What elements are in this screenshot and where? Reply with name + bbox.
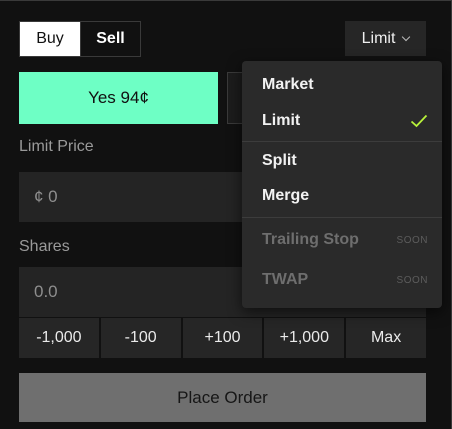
menu-item-label: Market	[262, 76, 314, 93]
side-toggle: Buy Sell	[19, 21, 141, 57]
menu-item-label: Merge	[262, 187, 310, 204]
menu-divider	[242, 141, 442, 142]
quick-plus-100-button[interactable]: +100	[182, 318, 263, 358]
chevron-down-icon	[402, 32, 411, 42]
menu-item-label: TWAP	[262, 271, 309, 288]
menu-item-limit[interactable]: Limit	[262, 106, 428, 136]
menu-item-twap: TWAP SOON	[262, 265, 428, 295]
menu-divider	[242, 217, 442, 218]
quick-minus-1000-button[interactable]: -1,000	[19, 318, 99, 358]
order-type-dropdown[interactable]: Limit	[345, 21, 426, 56]
menu-item-label: Limit	[262, 112, 301, 129]
order-panel: Buy Sell Limit Yes 94¢ Limit Price ¢ 0 S…	[0, 0, 452, 429]
menu-item-label: Split	[262, 152, 297, 169]
quick-plus-1000-button[interactable]: +1,000	[264, 318, 345, 358]
quick-minus-100-button[interactable]: -100	[100, 318, 181, 358]
menu-item-market[interactable]: Market	[262, 70, 428, 100]
soon-badge: SOON	[396, 234, 428, 246]
order-type-menu: Market Limit Split Merge Trailing Stop S…	[242, 61, 442, 308]
soon-badge: SOON	[396, 274, 428, 286]
order-type-label: Limit	[361, 29, 396, 47]
shares-label: Shares	[19, 238, 70, 255]
quick-amount-row: -1,000 -100 +100 +1,000 Max	[19, 318, 426, 358]
quick-max-button[interactable]: Max	[346, 318, 426, 358]
menu-item-label: Trailing Stop	[262, 231, 359, 248]
menu-item-split[interactable]: Split	[262, 146, 428, 176]
place-order-button[interactable]: Place Order	[19, 373, 426, 422]
menu-item-trailing-stop: Trailing Stop SOON	[262, 225, 428, 255]
checkmark-icon	[410, 114, 428, 128]
yes-outcome-button[interactable]: Yes 94¢	[19, 72, 218, 124]
menu-item-merge[interactable]: Merge	[262, 181, 428, 211]
limit-price-label: Limit Price	[19, 138, 94, 155]
buy-tab[interactable]: Buy	[20, 22, 80, 56]
sell-tab[interactable]: Sell	[79, 22, 140, 56]
